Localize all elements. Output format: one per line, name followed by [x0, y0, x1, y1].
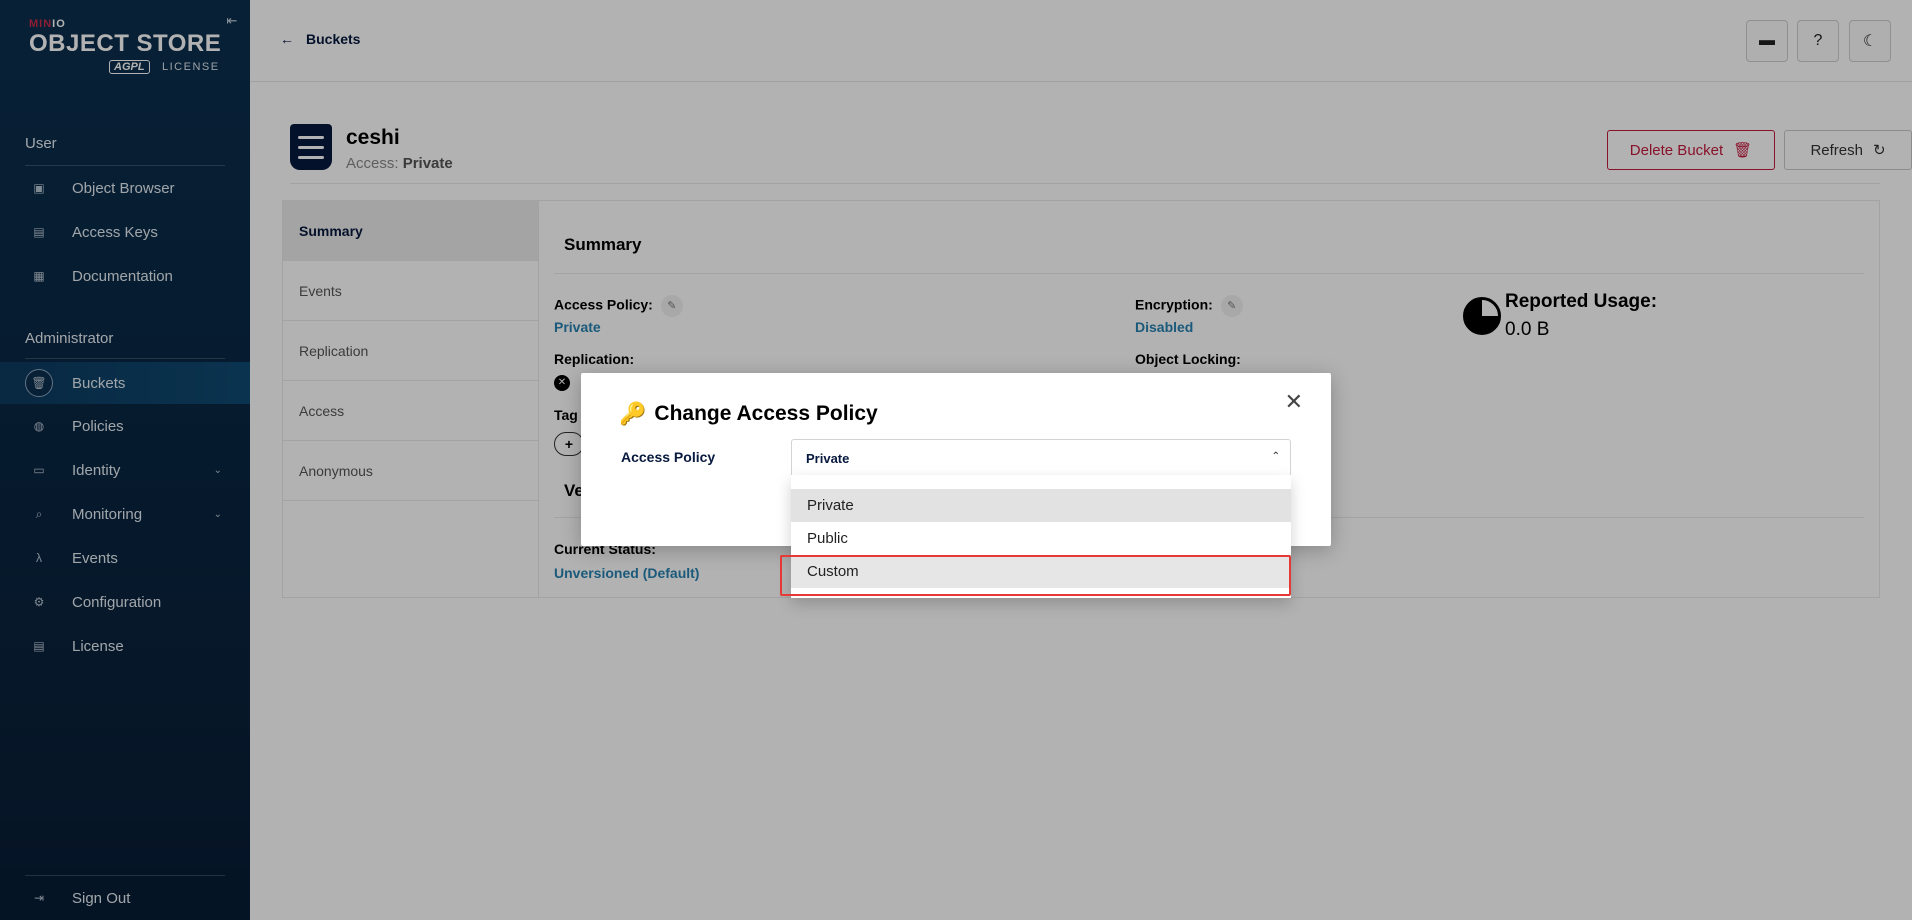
dialog-title: 🔑 Change Access Policy	[619, 401, 878, 426]
access-policy-field-label: Access Policy	[621, 449, 716, 465]
close-icon[interactable]: ✕	[1285, 389, 1303, 415]
key-icon: 🔑	[619, 401, 647, 426]
option-private[interactable]: Private	[791, 489, 1291, 522]
chevron-up-icon: ⌃	[1271, 451, 1280, 462]
highlight-box	[780, 555, 1291, 596]
option-public[interactable]: Public	[791, 522, 1291, 555]
access-policy-select[interactable]: Private ⌃	[791, 439, 1291, 477]
